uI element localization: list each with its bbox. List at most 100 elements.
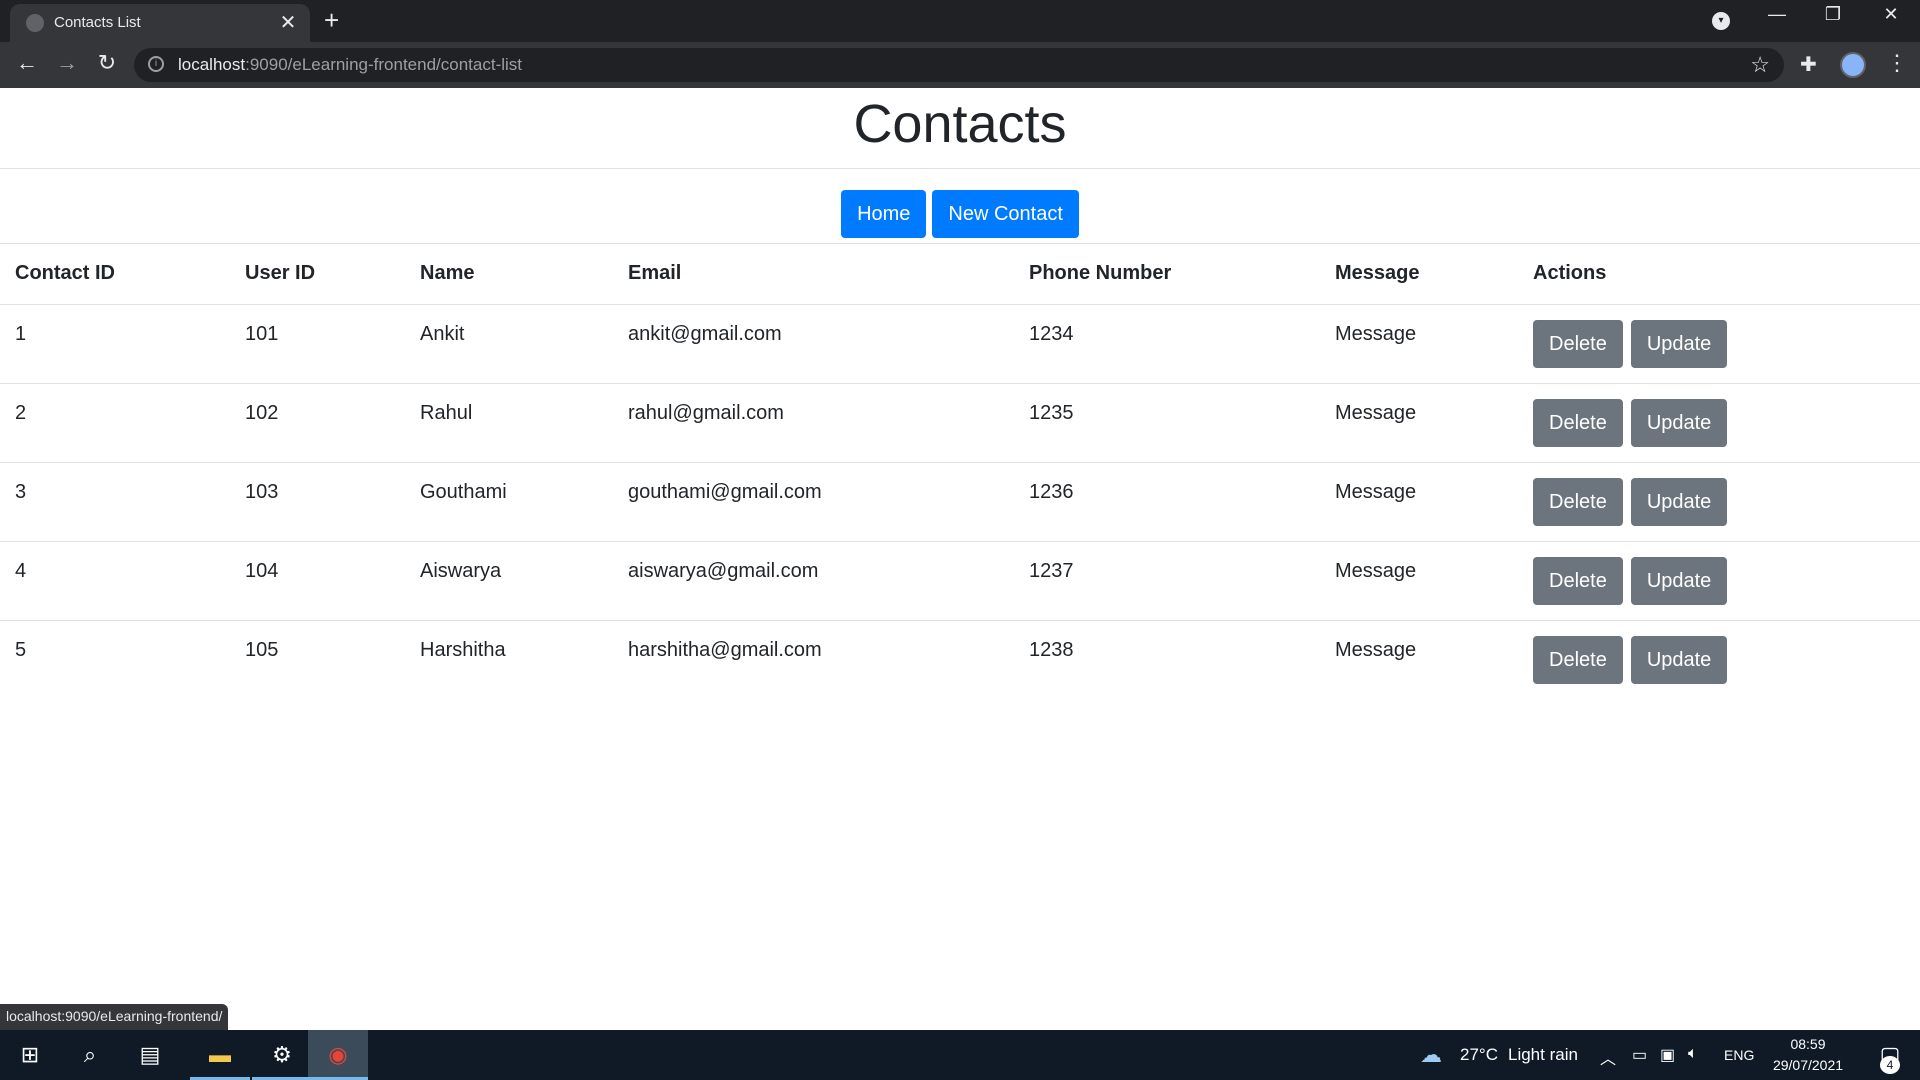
forward-icon[interactable]: → <box>52 50 82 76</box>
update-button[interactable]: Update <box>1630 398 1728 447</box>
weather-desc[interactable]: Light rain <box>1508 1045 1578 1065</box>
battery-icon[interactable]: ▭ <box>1632 1045 1647 1065</box>
actions-cell: Delete Update <box>1518 462 1920 542</box>
page-content: Contacts Home New Contact Contact ID Use… <box>0 88 1920 1030</box>
table-header-row: Contact ID User ID Name Email Phone Numb… <box>0 244 1920 305</box>
table-row: 2 102 Rahul rahul@gmail.com 1235 Message… <box>0 383 1920 463</box>
contacts-table: Contact ID User ID Name Email Phone Numb… <box>0 244 1920 699</box>
close-tab-icon[interactable]: ✕ <box>276 10 300 35</box>
message-cell: Message <box>1320 383 1518 463</box>
email-cell: ankit@gmail.com <box>613 304 1014 384</box>
link-status-bubble: localhost:9090/eLearning-frontend/ <box>0 1004 229 1030</box>
clock-date[interactable]: 29/07/2021 <box>1768 1057 1848 1073</box>
browser-toolbar: ← → ↻ i localhost:9090/eLearning-fronten… <box>0 42 1920 88</box>
contact-id-cell: 2 <box>0 383 230 463</box>
email-cell: gouthami@gmail.com <box>613 462 1014 542</box>
cloud-rain-icon: ☁ <box>1420 1042 1442 1067</box>
clock-time[interactable]: 08:59 <box>1768 1036 1848 1052</box>
email-cell: rahul@gmail.com <box>613 383 1014 463</box>
column-header: Contact ID <box>0 244 230 305</box>
user-id-cell: 103 <box>230 462 405 542</box>
name-cell: Rahul <box>405 383 613 463</box>
settings-app-icon[interactable]: ⚙ <box>252 1030 312 1080</box>
url-text: localhost:9090/eLearning-frontend/contac… <box>178 55 523 74</box>
actions-cell: Delete Update <box>1518 304 1920 384</box>
delete-button[interactable]: Delete <box>1533 477 1623 526</box>
table-row: 1 101 Ankit ankit@gmail.com 1234 Message… <box>0 304 1920 384</box>
name-cell: Harshitha <box>420 638 506 661</box>
phone-cell: 1237 <box>1014 541 1320 621</box>
email-cell: harshitha@gmail.com <box>628 638 822 661</box>
delete-button[interactable]: Delete <box>1533 319 1623 368</box>
windows-taskbar: ⊞ ⌕ ▤ ▬ ⚙ ◉ ☁ 27°C Light rain ︿ ▭ ▣ 🔈︎ E… <box>0 1030 1920 1080</box>
name-cell: Gouthami <box>405 462 613 542</box>
browser-menu-icon[interactable]: ⋮ <box>1886 50 1908 76</box>
contact-id-cell: 1 <box>0 304 230 384</box>
globe-icon <box>26 14 44 32</box>
home-button[interactable]: Home <box>841 190 927 238</box>
divider <box>0 168 1920 169</box>
email-cell: aiswarya@gmail.com <box>613 541 1014 621</box>
chrome-icon[interactable]: ◉ <box>308 1030 368 1080</box>
task-view-icon[interactable]: ▤ <box>120 1030 180 1080</box>
minimize-icon[interactable]: — <box>1759 4 1795 25</box>
volume-icon[interactable]: 🔈︎ <box>1688 1045 1698 1063</box>
windows-start-icon[interactable]: ⊞ <box>0 1030 60 1080</box>
new-tab-button[interactable]: + <box>324 6 339 34</box>
file-explorer-icon[interactable]: ▬ <box>190 1030 250 1080</box>
user-id-cell: 101 <box>230 304 405 384</box>
address-bar[interactable]: i localhost:9090/eLearning-frontend/cont… <box>134 48 1784 82</box>
table-row: 4 104 Aiswarya aiswarya@gmail.com 1237 M… <box>0 541 1920 621</box>
message-cell: Message <box>1320 541 1518 621</box>
phone-cell: 1238 <box>1029 638 1074 661</box>
update-button[interactable]: Update <box>1630 319 1728 368</box>
reload-icon[interactable]: ↻ <box>92 50 122 76</box>
contact-id-cell: 5 <box>15 638 27 661</box>
column-header: Message <box>1320 244 1518 305</box>
user-id-cell: 105 <box>245 638 279 661</box>
bookmark-star-icon[interactable]: ☆ <box>1750 52 1770 78</box>
tab-contacts-list[interactable]: Contacts List ✕ <box>10 4 310 42</box>
delete-button[interactable]: Delete <box>1533 556 1623 605</box>
phone-cell: 1235 <box>1014 383 1320 463</box>
update-button[interactable]: Update <box>1630 477 1728 526</box>
tab-title: Contacts List <box>54 14 141 31</box>
user-id-cell: 104 <box>230 541 405 621</box>
update-button[interactable]: Update <box>1630 556 1728 605</box>
language-indicator[interactable]: ENG <box>1724 1047 1754 1063</box>
user-id-cell: 102 <box>230 383 405 463</box>
weather-temp[interactable]: 27°C <box>1460 1045 1498 1065</box>
update-button[interactable]: Update <box>1630 635 1728 684</box>
table-row: 3 103 Gouthami gouthami@gmail.com 1236 M… <box>0 462 1920 542</box>
phone-cell: 1236 <box>1014 462 1320 542</box>
action-buttons: Home New Contact <box>0 190 1920 238</box>
message-cell: Message <box>1320 462 1518 542</box>
extensions-icon[interactable]: ✚ <box>1800 52 1817 77</box>
actions-cell: Delete Update <box>1518 383 1920 463</box>
contact-id-cell: 3 <box>0 462 230 542</box>
notification-count-badge: 4 <box>1880 1056 1900 1074</box>
search-icon[interactable]: ⌕ <box>60 1030 120 1080</box>
restore-icon[interactable]: ❐ <box>1815 4 1851 25</box>
contact-id-cell: 4 <box>0 541 230 621</box>
column-header: Phone Number <box>1014 244 1320 305</box>
name-cell: Ankit <box>405 304 613 384</box>
site-info-icon[interactable]: i <box>148 56 164 72</box>
column-header: User ID <box>230 244 405 305</box>
actions-cell: Delete Update <box>1518 620 1920 699</box>
table-row: 5 105 Harshitha harshitha@gmail.com 1238… <box>0 620 1920 699</box>
profile-avatar[interactable] <box>1840 52 1866 78</box>
close-window-icon[interactable]: ✕ <box>1873 4 1909 25</box>
delete-button[interactable]: Delete <box>1533 398 1623 447</box>
network-icon[interactable]: ▣ <box>1660 1045 1675 1065</box>
tab-search-icon[interactable]: ▾ <box>1712 12 1730 30</box>
column-header: Actions <box>1518 244 1920 305</box>
chevron-up-icon[interactable]: ︿ <box>1600 1045 1616 1069</box>
page-title: Contacts <box>853 94 1067 154</box>
new-contact-button[interactable]: New Contact <box>932 190 1079 238</box>
actions-cell: Delete Update <box>1518 541 1920 621</box>
phone-cell: 1234 <box>1014 304 1320 384</box>
back-icon[interactable]: ← <box>12 50 42 76</box>
message-cell: Message <box>1320 304 1518 384</box>
delete-button[interactable]: Delete <box>1533 635 1623 684</box>
